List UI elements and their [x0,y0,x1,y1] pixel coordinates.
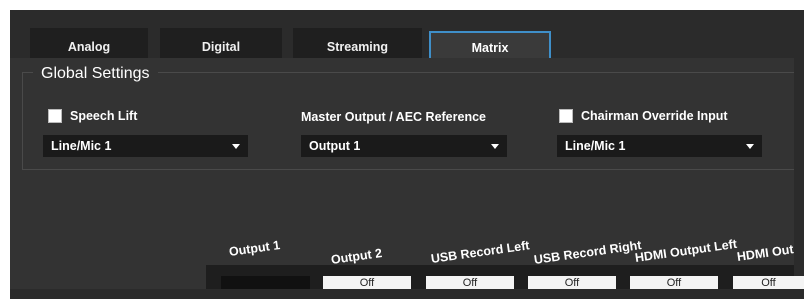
speech-lift-select-value: Line/Mic 1 [51,139,112,153]
chairman-override-select-value: Line/Mic 1 [565,139,626,153]
matrix-cell[interactable]: Off [528,276,616,289]
speech-lift-label: Speech Lift [70,109,138,123]
matrix-cell[interactable]: Off [323,276,411,289]
chairman-override-row: Chairman Override Input [559,109,728,123]
speech-lift-row: Speech Lift [48,109,137,123]
matrix-cell[interactable]: Off [426,276,514,289]
matrix-cell[interactable]: Off [630,276,718,289]
chairman-override-label: Chairman Override Input [581,109,728,123]
chevron-down-icon [491,144,499,149]
master-output-select[interactable]: Output 1 [301,135,507,157]
global-settings-title: Global Settings [33,65,158,83]
chevron-down-icon [232,144,240,149]
speech-lift-checkbox[interactable] [48,109,62,123]
chairman-override-select[interactable]: Line/Mic 1 [557,135,762,157]
master-output-label: Master Output / AEC Reference [301,110,486,124]
chairman-override-checkbox[interactable] [559,109,573,123]
master-output-select-value: Output 1 [309,139,361,153]
chevron-down-icon [746,144,754,149]
matrix-cell [221,276,310,289]
matrix-cell[interactable]: Off [733,276,804,289]
speech-lift-select[interactable]: Line/Mic 1 [43,135,248,157]
